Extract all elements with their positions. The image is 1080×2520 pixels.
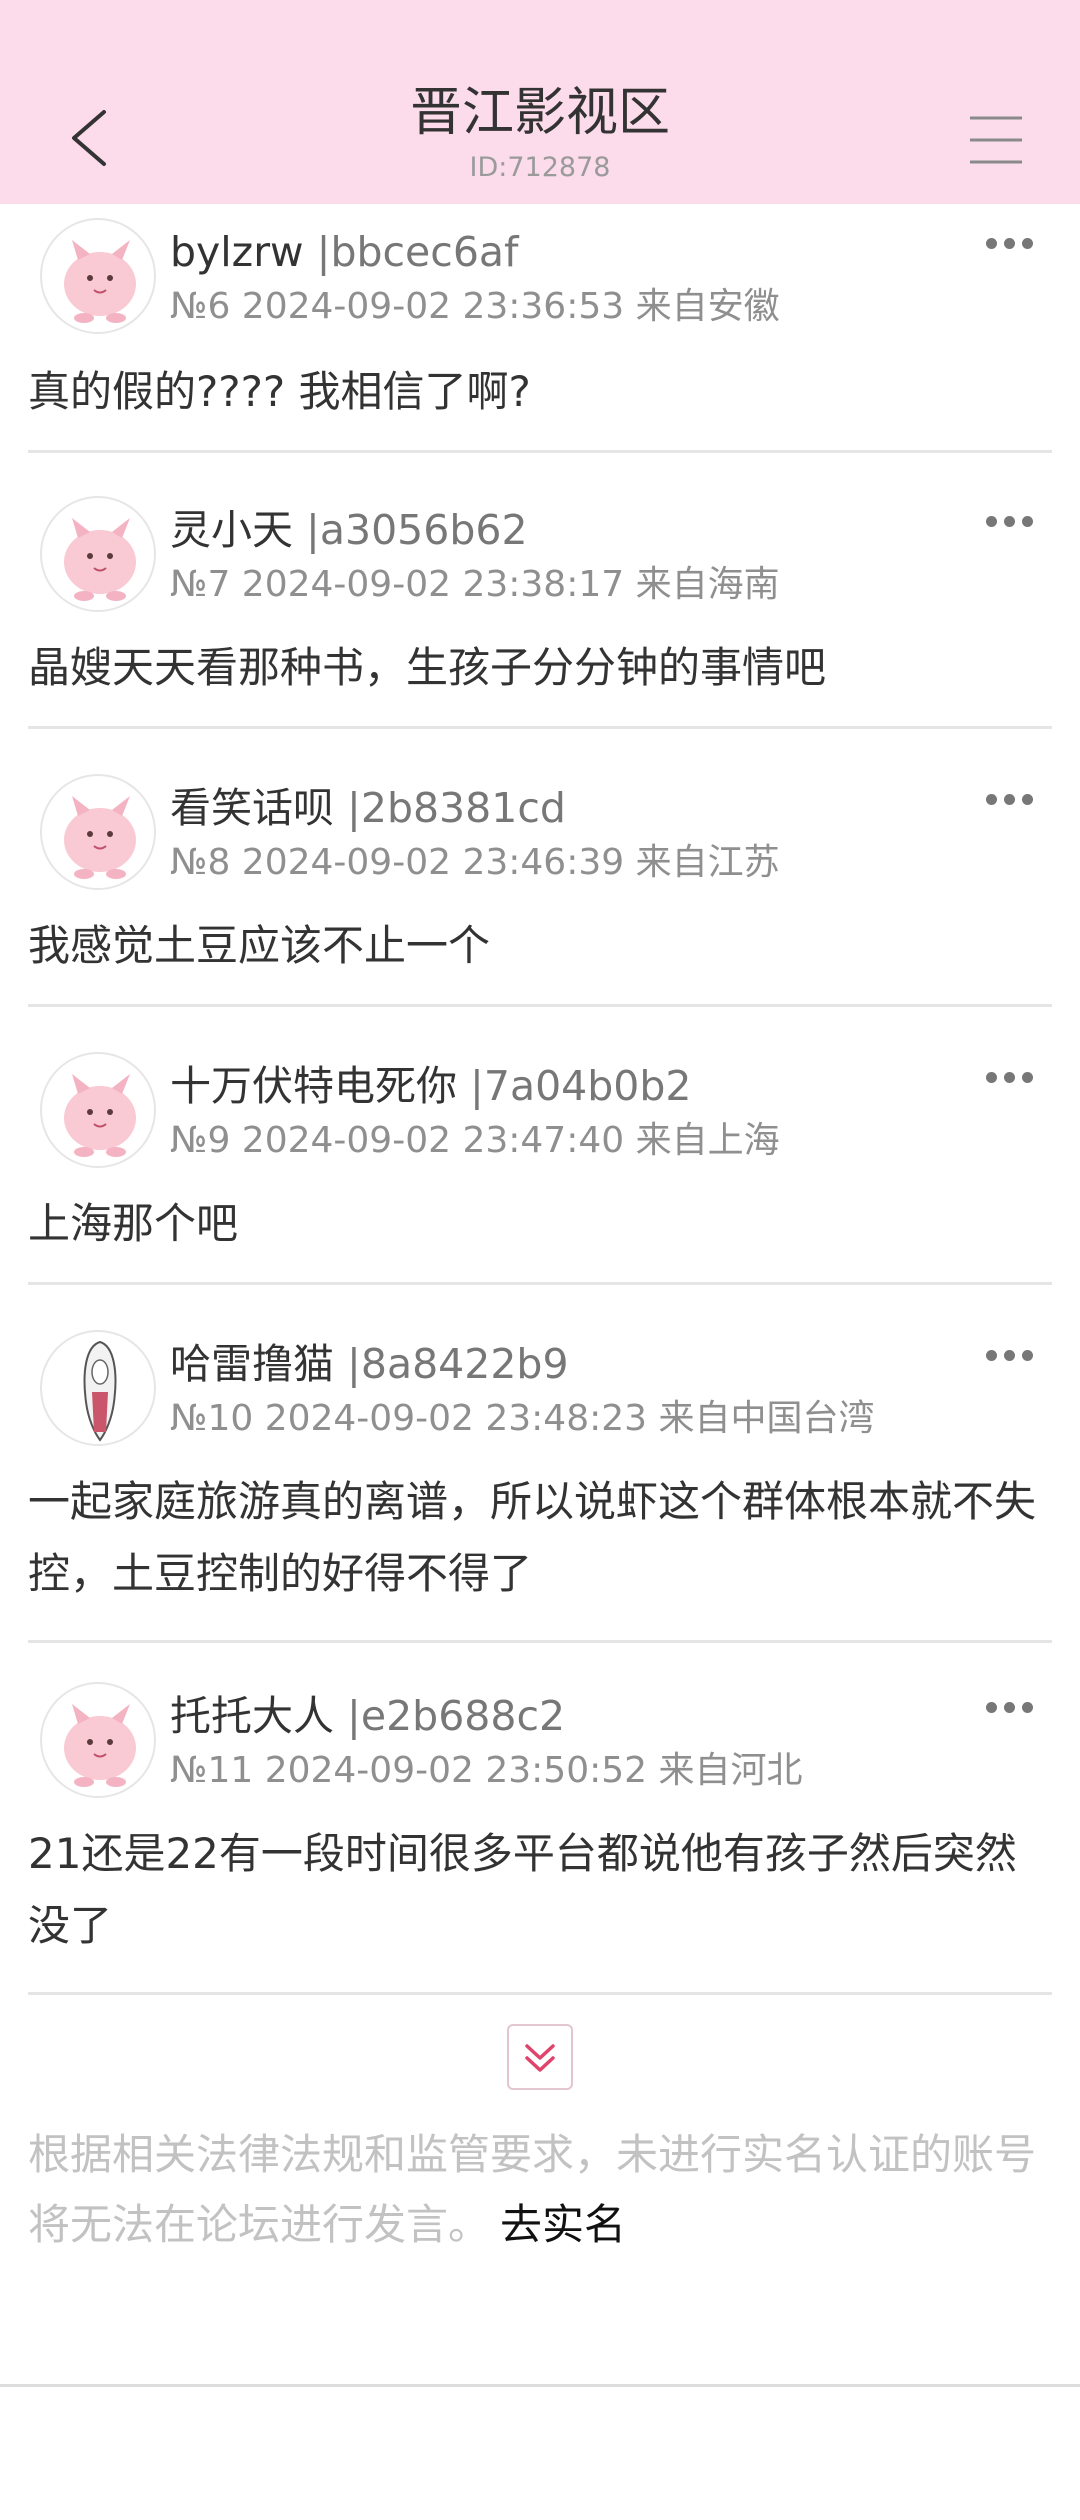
post-meta: №11 2024-09-02 23:50:52 来自河北 (170, 1750, 803, 1791)
avatar[interactable] (40, 1052, 156, 1168)
post-content: 上海那个吧 (28, 1199, 239, 1248)
load-more-button[interactable] (507, 2024, 573, 2090)
user-line: 托托大人 |e2b688c2 (170, 1688, 565, 1744)
user-line: bylzrw |bbcec6af (170, 224, 518, 280)
avatar[interactable] (40, 1330, 156, 1446)
username[interactable]: 十万伏特电死你 (170, 1062, 457, 1110)
avatar[interactable] (40, 218, 156, 334)
user-line: 灵小天 |a3056b62 (170, 502, 528, 558)
avatar[interactable] (40, 774, 156, 890)
verify-real-name-link[interactable]: 去实名 (500, 2200, 626, 2249)
divider (28, 450, 1052, 453)
post-content: 我感觉土豆应该不止一个 (28, 921, 491, 970)
username[interactable]: 哈雷撸猫 (170, 1340, 334, 1388)
more-options-button[interactable] (986, 1698, 1034, 1718)
more-options-button[interactable] (986, 790, 1034, 810)
user-id: |8a8422b9 (347, 1340, 569, 1388)
pink-creature-avatar-icon (64, 518, 136, 601)
ellipsis-icon (986, 238, 997, 249)
ellipsis-icon (986, 1072, 997, 1083)
post-meta: №7 2024-09-02 23:38:17 来自海南 (170, 564, 780, 605)
double-chevron-down-icon (525, 2044, 555, 2072)
username[interactable]: bylzrw (170, 228, 304, 276)
forum-id: ID:712878 (469, 152, 611, 183)
divider (28, 1004, 1052, 1007)
menu-button[interactable] (966, 114, 1026, 166)
divider (28, 1282, 1052, 1285)
ellipsis-icon (986, 1702, 997, 1713)
username[interactable]: 托托大人 (170, 1692, 334, 1740)
more-options-button[interactable] (986, 234, 1034, 254)
user-line: 看笑话呗 |2b8381cd (170, 780, 566, 836)
avatar[interactable] (40, 1682, 156, 1798)
user-line: 十万伏特电死你 |7a04b0b2 (170, 1058, 691, 1114)
user-id: |bbcec6af (316, 228, 519, 276)
more-options-button[interactable] (986, 512, 1034, 532)
post-content: 一起家庭旅游真的离谱，所以说虾这个群体根本就不失控，土豆控制的好得不得了 (28, 1477, 1037, 1598)
real-name-notice: 根据相关法律法规和监管要求，未进行实名认证的账号将无法在论坛进行发言。 去实名 (28, 2120, 1058, 2260)
username[interactable]: 灵小天 (170, 506, 293, 554)
title-block: 晋江影视区 ID:712878 (0, 78, 1080, 186)
post-meta: №6 2024-09-02 23:36:53 来自安徽 (170, 286, 780, 327)
post-content: 21还是22有一段时间很多平台都说他有孩子然后突然没了 (28, 1829, 1017, 1950)
ellipsis-icon (986, 1350, 997, 1361)
post-meta: №10 2024-09-02 23:48:23 来自中国台湾 (170, 1398, 875, 1439)
user-line: 哈雷撸猫 |8a8422b9 (170, 1336, 569, 1392)
hamburger-menu-icon (970, 116, 1022, 164)
pink-creature-avatar-icon (64, 796, 136, 879)
divider (28, 1992, 1052, 1995)
top-bar: 晋江影视区 ID:712878 (0, 0, 1080, 204)
ellipsis-icon (986, 794, 997, 805)
user-id: |7a04b0b2 (470, 1062, 692, 1110)
ellipsis-icon (986, 516, 997, 527)
post-content: 晶嫂天天看那种书，生孩子分分钟的事情吧 (28, 643, 827, 692)
user-id: |e2b688c2 (347, 1692, 566, 1740)
username[interactable]: 看笑话呗 (170, 784, 334, 832)
post-meta: №9 2024-09-02 23:47:40 来自上海 (170, 1120, 780, 1161)
pink-creature-avatar-icon (64, 1704, 136, 1787)
page-title: 晋江影视区 (409, 83, 670, 143)
post-meta: №8 2024-09-02 23:46:39 来自江苏 (170, 842, 780, 883)
pink-creature-avatar-icon (64, 240, 136, 323)
hooded-figure-avatar-icon (83, 1340, 117, 1442)
more-options-button[interactable] (986, 1346, 1034, 1366)
pink-creature-avatar-icon (64, 1074, 136, 1157)
post-content: 真的假的???? 我相信了啊? (28, 367, 531, 416)
divider (28, 1640, 1052, 1643)
avatar[interactable] (40, 496, 156, 612)
user-id: |2b8381cd (347, 784, 566, 832)
user-id: |a3056b62 (306, 506, 528, 554)
bottom-divider (0, 2384, 1080, 2387)
more-options-button[interactable] (986, 1068, 1034, 1088)
divider (28, 726, 1052, 729)
